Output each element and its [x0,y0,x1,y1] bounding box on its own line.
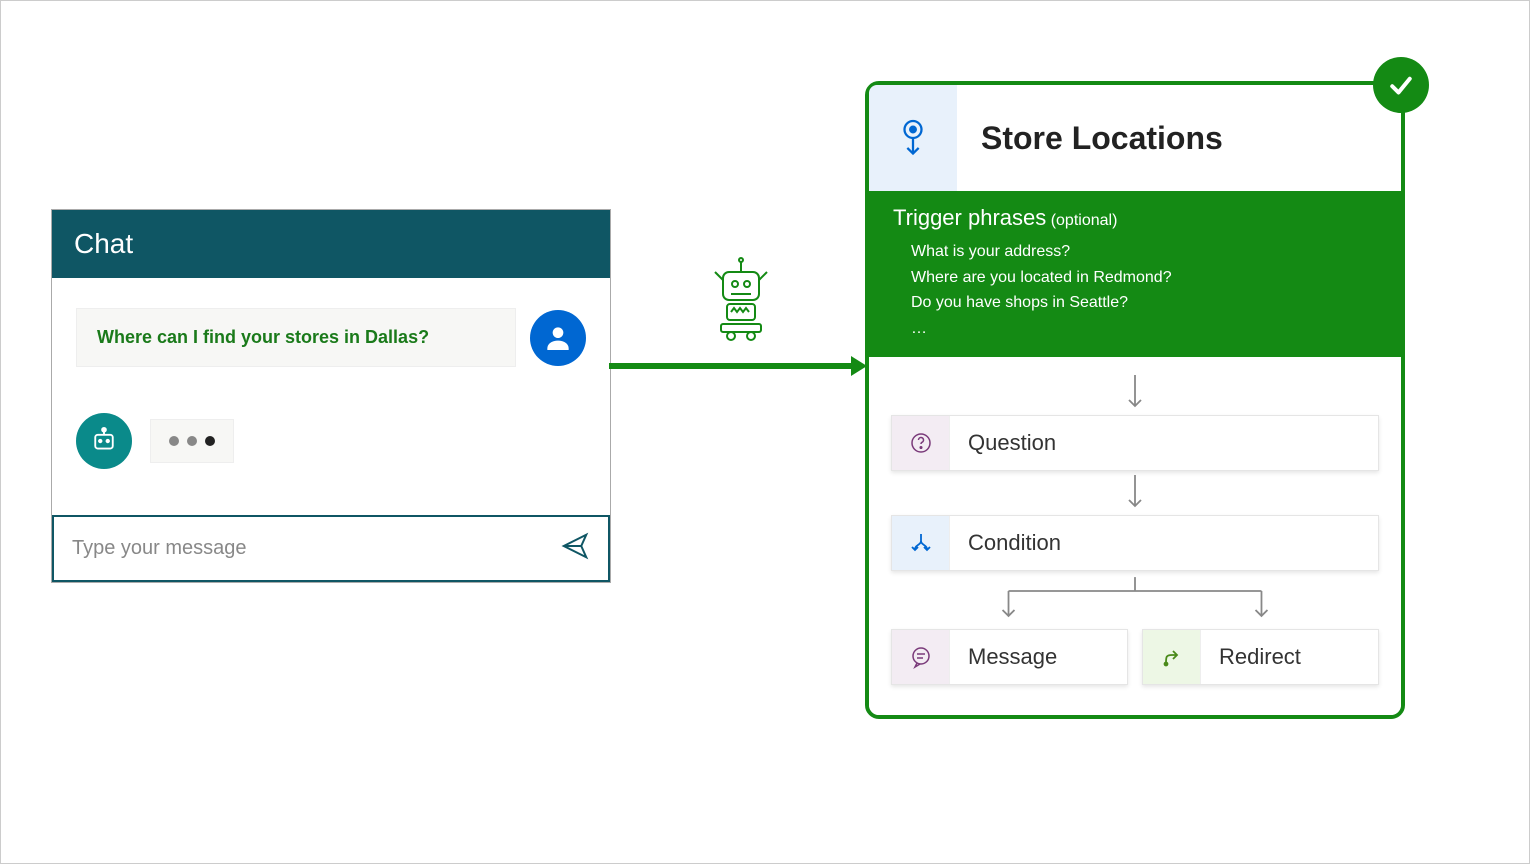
message-node-label: Message [950,630,1127,684]
question-icon [892,416,950,470]
branch-connector-icon [891,577,1379,623]
condition-node-label: Condition [950,516,1378,570]
question-node-label: Question [950,416,1378,470]
checkmark-icon [1373,57,1429,113]
trigger-phrase: Do you have shops in Seattle? [911,290,1377,316]
branch-icon [892,516,950,570]
trigger-optional-label: (optional) [1051,212,1118,229]
user-avatar-icon [530,310,586,366]
topic-header: Store Locations [869,85,1401,191]
redirect-node-label: Redirect [1201,630,1378,684]
topic-trigger-icon [869,85,957,191]
redirect-node[interactable]: Redirect [1142,629,1379,685]
topic-card: Store Locations Trigger phrases (optiona… [865,81,1405,719]
trigger-phrases-section: Trigger phrases (optional) What is your … [869,191,1401,357]
topic-title: Store Locations [957,120,1223,157]
user-message-row: Where can I find your stores in Dallas? [76,308,586,367]
trigger-phrases-list: What is your address? Where are you loca… [893,231,1377,341]
trigger-phrases-label: Trigger phrases [893,205,1046,230]
branch-row: Message Redirect [891,629,1379,685]
diagram-frame: Chat Where can I find your stores in Dal… [0,0,1530,864]
flow-body: Question Condition [869,357,1401,715]
chat-panel: Chat Where can I find your stores in Dal… [51,209,611,583]
down-arrow-icon [891,475,1379,511]
chat-input[interactable] [72,537,560,560]
condition-node[interactable]: Condition [891,515,1379,571]
bot-avatar-icon [76,413,132,469]
question-node[interactable]: Question [891,415,1379,471]
bot-typing-row [76,413,586,469]
chat-header-title: Chat [52,210,610,278]
flow-arrow-icon [609,353,867,384]
typing-dot [169,436,179,446]
typing-dot [205,436,215,446]
chat-input-row[interactable] [52,515,610,582]
send-icon[interactable] [560,531,590,566]
user-message-bubble: Where can I find your stores in Dallas? [76,308,516,367]
chat-body: Where can I find your stores in Dallas? [52,278,610,515]
message-node[interactable]: Message [891,629,1128,685]
trigger-phrase: Where are you located in Redmond? [911,265,1377,291]
trigger-phrase: What is your address? [911,239,1377,265]
down-arrow-icon [891,375,1379,411]
message-icon [892,630,950,684]
robot-illustration-icon [701,254,781,349]
redirect-icon [1143,630,1201,684]
trigger-phrase-more: … [911,316,1377,342]
typing-dot [187,436,197,446]
typing-indicator [150,419,234,463]
